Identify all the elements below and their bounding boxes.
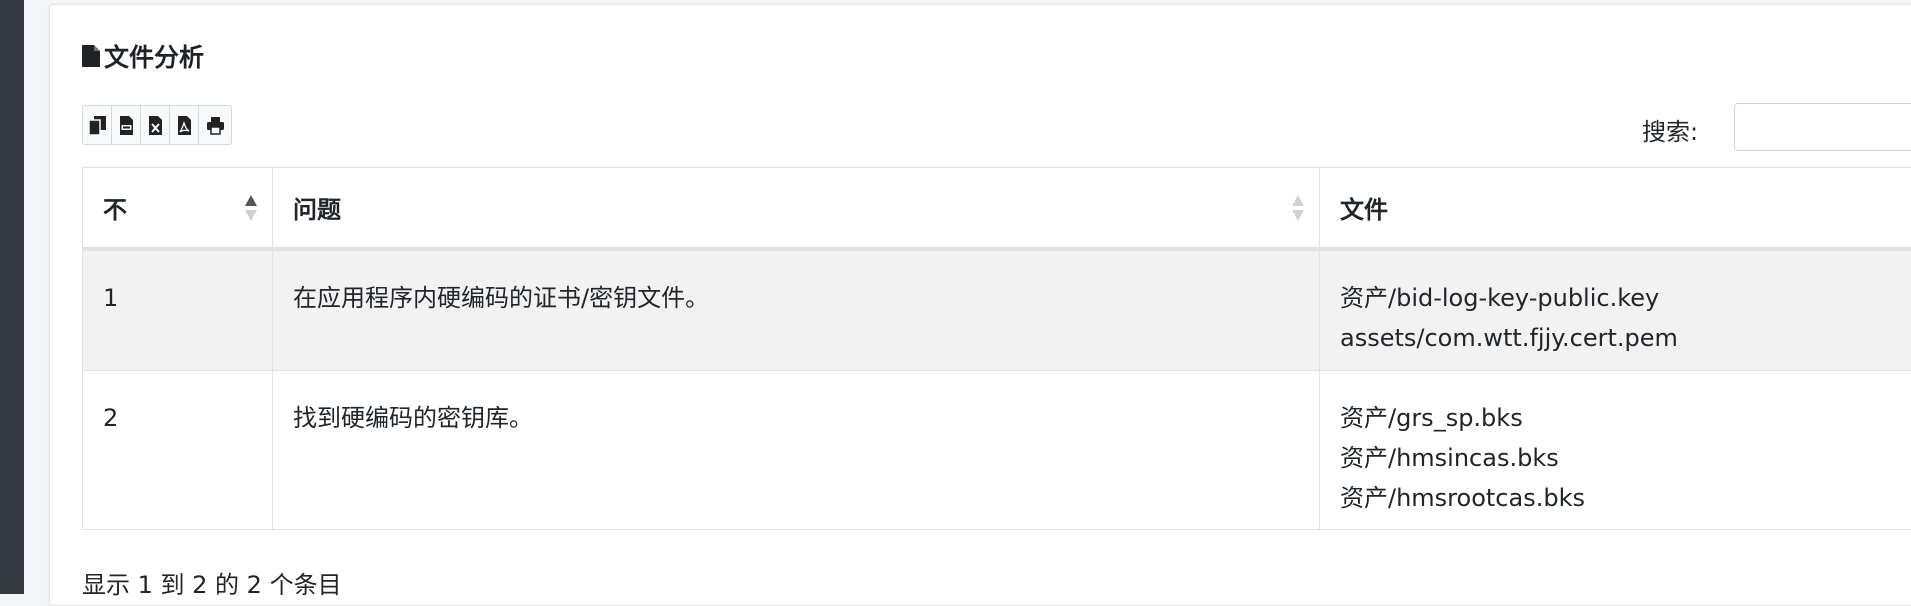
csv-file-icon	[118, 116, 135, 135]
file-path: 资产/hmsrootcas.bks	[1340, 478, 1911, 518]
row-files: 资产/bid-log-key-public.key assets/com.wtt…	[1320, 249, 1911, 371]
print-icon	[207, 116, 224, 135]
column-header-issue[interactable]: 问题	[273, 168, 1320, 249]
excel-button[interactable]	[141, 106, 170, 144]
print-button[interactable]	[199, 106, 231, 144]
pdf-file-icon	[176, 116, 193, 135]
export-button-group	[82, 105, 232, 145]
section-title-text: 文件分析	[104, 38, 204, 74]
csv-button[interactable]	[112, 106, 141, 144]
search-label: 搜索:	[1642, 112, 1698, 147]
row-issue: 在应用程序内硬编码的证书/密钥文件。	[273, 249, 1320, 371]
column-header-files: 文件	[1320, 168, 1911, 249]
search-input[interactable]	[1734, 103, 1911, 151]
table-row: 2 找到硬编码的密钥库。 资产/grs_sp.bks 资产/hmsincas.b…	[83, 371, 1911, 530]
column-header-files-label: 文件	[1340, 196, 1388, 224]
file-path: 资产/bid-log-key-public.key	[1340, 278, 1911, 318]
row-issue: 找到硬编码的密钥库。	[273, 371, 1320, 530]
section-title: 文件分析	[82, 38, 204, 74]
copy-icon	[89, 116, 106, 135]
sort-icon	[1291, 192, 1305, 224]
copy-button[interactable]	[83, 106, 112, 144]
table-info: 显示 1 到 2 的 2 个条目	[82, 565, 342, 600]
sidebar-edge	[0, 0, 24, 594]
row-number: 2	[83, 371, 273, 530]
file-path: assets/com.wtt.fjjy.cert.pem	[1340, 318, 1911, 358]
pdf-button[interactable]	[170, 106, 199, 144]
column-header-number[interactable]: 不	[83, 168, 273, 249]
row-files: 资产/grs_sp.bks 资产/hmsincas.bks 资产/hmsroot…	[1320, 371, 1911, 530]
table-header-row: 不 问题 文件	[83, 168, 1911, 249]
file-analysis-table: 不 问题 文件 1 在应用程序内硬编码的证书/密钥文件。	[82, 167, 1911, 530]
sort-ascending-icon	[244, 192, 258, 224]
file-icon	[82, 45, 100, 67]
row-number: 1	[83, 249, 273, 371]
file-path: 资产/hmsincas.bks	[1340, 438, 1911, 478]
excel-file-icon	[147, 116, 164, 135]
column-header-issue-label: 问题	[293, 196, 341, 224]
column-header-number-label: 不	[103, 196, 127, 224]
file-path: 资产/grs_sp.bks	[1340, 398, 1911, 438]
table-row: 1 在应用程序内硬编码的证书/密钥文件。 资产/bid-log-key-publ…	[83, 249, 1911, 371]
